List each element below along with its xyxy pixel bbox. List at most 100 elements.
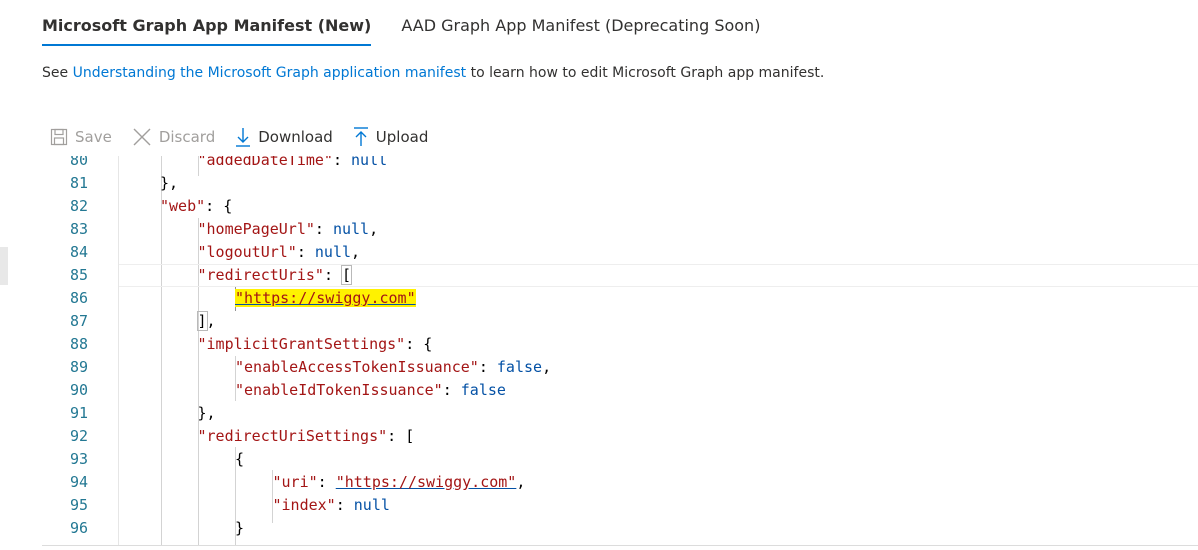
code-content: "redirectUris": [ (197, 264, 353, 287)
line-number: 94 (69, 473, 88, 491)
code-content: ], (196, 310, 216, 333)
code-line[interactable]: 86 "https://swiggy.com" (42, 287, 1198, 310)
line-number: 87 (69, 312, 88, 330)
code-line[interactable]: 90 "enableIdTokenIssuance": false (42, 379, 1198, 402)
punctuation: , (516, 473, 526, 491)
line-number: 90 (69, 381, 88, 399)
code-content: "web": { (160, 195, 232, 218)
punctuation: : (332, 156, 352, 169)
punctuation: , (369, 220, 379, 238)
upload-button[interactable]: Upload (353, 127, 429, 147)
json-url-string: "https://swiggy.com" (335, 473, 517, 491)
line-number: 92 (69, 427, 88, 445)
json-key: "index" (272, 496, 336, 514)
discard-icon (132, 127, 152, 147)
punctuation: : (478, 358, 497, 376)
download-icon (235, 127, 251, 147)
punctuation: : (296, 243, 315, 261)
punctuation: } (235, 519, 245, 537)
line-number: 91 (69, 404, 88, 422)
json-value: false (496, 358, 543, 376)
code-line[interactable]: 83 "homePageUrl": null, (42, 218, 1198, 241)
line-number: 93 (69, 450, 88, 468)
punctuation: { (423, 335, 433, 353)
punctuation: , (206, 312, 216, 330)
upload-label: Upload (375, 128, 429, 146)
json-value: null (353, 496, 390, 514)
line-number: 85 (69, 266, 88, 284)
discard-label: Discard (158, 128, 216, 146)
code-content: "implicitGrantSettings": { (198, 333, 433, 356)
json-key: "implicitGrantSettings" (197, 335, 406, 353)
code-line[interactable]: 92 "redirectUriSettings": [ (42, 425, 1198, 448)
json-value: null (332, 220, 370, 238)
code-content: } (235, 517, 244, 540)
code-line[interactable]: 88 "implicitGrantSettings": { (42, 333, 1198, 356)
manifest-intro-text: See Understanding the Microsoft Graph ap… (42, 65, 824, 81)
code-content: "homePageUrl": null, (198, 218, 379, 241)
code-line[interactable]: 96} (42, 517, 1198, 540)
code-line[interactable]: 93 { (42, 448, 1198, 471)
code-content: }, (160, 172, 178, 195)
save-icon (50, 128, 68, 146)
download-button[interactable]: Download (235, 127, 333, 147)
discard-button[interactable]: Discard (132, 127, 215, 147)
json-key: "enableIdTokenIssuance" (235, 381, 443, 399)
punctuation: { (235, 450, 245, 468)
punctuation: }, (160, 174, 179, 192)
intro-suffix: to learn how to edit Microsoft Graph app… (466, 65, 825, 81)
code-line[interactable]: 84 "logoutUrl": null, (42, 241, 1198, 264)
code-line[interactable]: 85 "redirectUris": [ (42, 264, 1198, 287)
line-number: 84 (69, 243, 88, 261)
line-number: 83 (69, 220, 88, 238)
bracket-match: ] (196, 311, 208, 331)
save-label: Save (75, 128, 112, 146)
json-value: null (314, 243, 352, 261)
panel-resize-handle[interactable] (0, 247, 8, 285)
punctuation: : (314, 220, 333, 238)
upload-icon (353, 127, 369, 147)
code-content: "index": null (273, 494, 390, 517)
editor-toolbar: Save Discard Download Upload (50, 126, 448, 148)
code-line[interactable]: 87], (42, 310, 1198, 333)
tab-aad-graph-manifest[interactable]: AAD Graph App Manifest (Deprecating Soon… (401, 0, 760, 46)
line-number: 89 (69, 358, 88, 376)
download-label: Download (258, 128, 333, 146)
code-line[interactable]: 81}, (42, 172, 1198, 195)
punctuation: }, (197, 404, 216, 422)
code-line[interactable]: 91}, (42, 402, 1198, 425)
line-number: 81 (69, 174, 88, 192)
json-value: false (460, 381, 506, 399)
intro-prefix: See (42, 65, 73, 81)
code-content: "enableIdTokenIssuance": false (235, 379, 506, 402)
line-number: 95 (69, 496, 88, 514)
punctuation: [ (405, 427, 415, 445)
code-line[interactable]: 95 "index": null (42, 494, 1198, 517)
json-editor[interactable]: 80 "addedDateTime": null 81}, 82 "web": {83 "… (42, 156, 1198, 546)
code-content: "addedDateTime": null (198, 156, 388, 172)
json-key: "redirectUris" (197, 266, 324, 284)
json-key: "web" (160, 197, 206, 215)
manifest-docs-link[interactable]: Understanding the Microsoft Graph applic… (73, 65, 467, 81)
code-line[interactable]: 80 "addedDateTime": null (42, 156, 1198, 172)
code-line[interactable]: 89 "enableAccessTokenIssuance": false, (42, 356, 1198, 379)
punctuation: : (335, 496, 354, 514)
code-line[interactable]: 94 "uri": "https://swiggy.com", (42, 471, 1198, 494)
code-content: "logoutUrl": null, (198, 241, 361, 264)
code-line[interactable]: 82 "web": { (42, 195, 1198, 218)
code-content: "enableAccessTokenIssuance": false, (235, 356, 551, 379)
json-key: "addedDateTime" (197, 156, 333, 169)
save-button[interactable]: Save (50, 128, 112, 146)
code-content: { (235, 448, 244, 471)
manifest-tabs: Microsoft Graph App Manifest (New) AAD G… (42, 0, 760, 46)
json-key: "redirectUriSettings" (197, 427, 388, 445)
json-key: "logoutUrl" (197, 243, 297, 261)
punctuation: { (223, 197, 233, 215)
punctuation: : (405, 335, 424, 353)
line-number: 96 (69, 519, 88, 537)
punctuation: : (387, 427, 406, 445)
json-url-string: "https://swiggy.com" (235, 289, 416, 307)
tab-microsoft-graph-manifest[interactable]: Microsoft Graph App Manifest (New) (42, 0, 372, 46)
json-value: null (351, 156, 388, 169)
line-number: 86 (69, 289, 88, 307)
